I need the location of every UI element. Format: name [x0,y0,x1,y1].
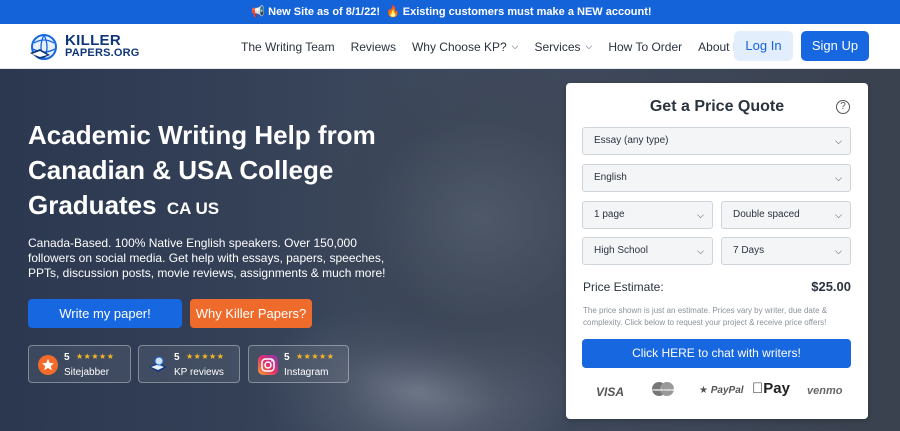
kp-reviews-icon [148,355,168,375]
svg-text:mastercard: mastercard [652,387,674,392]
hero-title: Academic Writing Help from Canadian & US… [28,118,408,226]
site-logo[interactable]: KILLER PAPERS.ORG [28,30,140,64]
sitejabber-icon [38,355,58,375]
star-rating: ★★★★★ [296,352,335,361]
nav-label: How To Order [608,39,683,54]
megaphone-icon: 📢 [251,6,266,18]
review-source: KP reviews [174,367,224,378]
announcement-bar: 📢 New Site as of 8/1/22! 🔥 Existing custom… [0,0,900,24]
paypal-icon: ★ [699,385,708,396]
why-killer-papers-button[interactable]: Why Killer Papers? [190,299,312,328]
chevron-down-icon: ⌵ [835,173,842,183]
apple-pay-logo: Pay [752,380,790,397]
site-header: KILLER PAPERS.ORG The Writing Team Revie… [0,24,900,69]
help-icon[interactable]: ? [836,100,850,114]
price-estimate-label: Price Estimate: [583,280,664,294]
spacing-select[interactable]: Double spaced ⌵ [721,201,851,229]
logo-line1: KILLER [65,32,121,49]
nav-services[interactable]: Services ⌵ [535,40,593,54]
chevron-down-icon: ⌵ [835,210,842,220]
chevron-down-icon: ⌵ [697,210,704,220]
review-source: Instagram [284,367,329,378]
apple-icon:  [752,380,763,397]
language-select[interactable]: English ⌵ [582,164,851,192]
review-badge-kp[interactable]: 5 ★★★★★ KP reviews [138,345,240,383]
chevron-down-icon: ⌵ [835,136,842,146]
nav-writing-team[interactable]: The Writing Team [241,40,335,54]
nav-how-to-order[interactable]: How To Order [608,40,682,54]
star-rating: ★★★★★ [186,352,225,361]
pages-value: 1 page [594,209,625,220]
flag-icons: CA US [166,199,220,218]
paper-type-value: Essay (any type) [594,135,669,146]
chat-with-writers-button[interactable]: Click HERE to chat with writers! [582,339,851,368]
deadline-select[interactable]: 7 Days ⌵ [721,237,851,265]
announcement-text-left: New Site as of 8/1/22! [268,6,381,18]
announcement-text-right: Existing customers must make a NEW accou… [402,6,652,18]
language-value: English [594,172,627,183]
chevron-down-icon: ⌵ [835,246,842,256]
spacing-value: Double spaced [733,209,800,220]
price-estimate-value: $25.00 [811,279,851,294]
review-score: 5 [64,352,70,363]
review-source: Sitejabber [64,367,110,378]
paypal-text: PayPal [710,385,744,396]
estimate-note: The price shown is just an estimate. Pri… [583,306,828,327]
pages-select[interactable]: 1 page ⌵ [582,201,713,229]
nav-label: Reviews [350,39,396,54]
review-badge-sitejabber[interactable]: 5 ★★★★★ Sitejabber [28,345,131,383]
chevron-down-icon: ⌵ [511,41,519,51]
level-value: High School [594,245,648,256]
nav-label: Services [534,39,581,54]
review-score: 5 [284,352,290,363]
venmo-logo: venmo [807,385,843,397]
signup-button[interactable]: Sign Up [801,31,869,61]
review-score: 5 [174,352,180,363]
apple-pay-text: Pay [752,380,790,397]
fire-icon: 🔥 [386,6,400,18]
logo-line2: PAPERS.ORG [65,47,140,59]
instagram-icon [258,355,278,375]
mastercard-logo: mastercard [650,381,676,400]
nav-why-choose[interactable]: Why Choose KP? ⌵ [412,40,519,54]
nav-reviews[interactable]: Reviews [351,40,396,54]
price-quote-card: Get a Price Quote ? Essay (any type) ⌵ En… [566,83,868,419]
academic-level-select[interactable]: High School ⌵ [582,237,713,265]
nav-label: Why Choose KP? [411,39,507,54]
visa-logo: VISA [596,385,625,399]
chevron-down-icon: ⌵ [585,41,593,51]
nav-label: The Writing Team [241,39,335,54]
star-rating: ★★★★★ [76,352,115,361]
hero-description: Canada-Based. 100% Native English speake… [28,236,386,280]
review-badge-instagram[interactable]: 5 ★★★★★ Instagram [248,345,349,383]
main-nav: The Writing Team Reviews Why Choose KP? ⌵… [241,24,777,69]
chevron-down-icon: ⌵ [697,246,704,256]
deadline-value: 7 Days [733,245,765,256]
paypal-logo: ★ PayPal [699,385,744,396]
logo-globe-icon [28,31,60,63]
login-button[interactable]: Log In [734,31,793,61]
quote-title: Get a Price Quote [649,98,785,115]
paper-type-select[interactable]: Essay (any type) ⌵ [582,127,851,155]
write-my-paper-button[interactable]: Write my paper! [28,299,182,328]
